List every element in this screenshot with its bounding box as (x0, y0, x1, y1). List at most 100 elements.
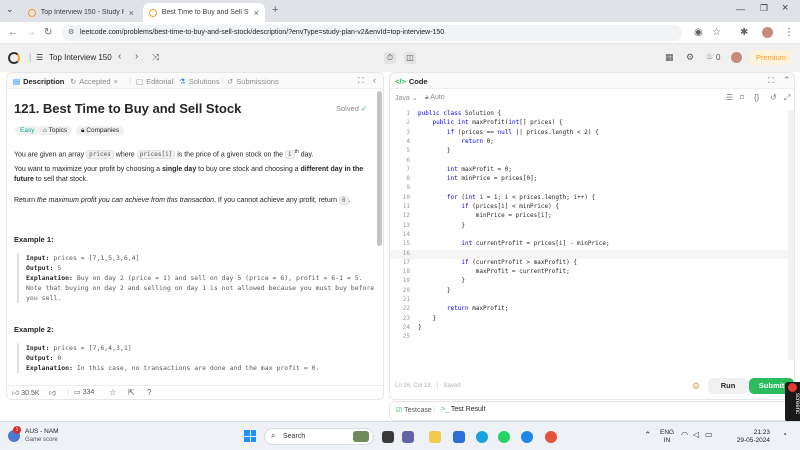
language-indicator[interactable]: ENG IN (660, 429, 674, 445)
code-line[interactable]: 13 } (390, 222, 788, 231)
code-line[interactable]: 22 return maxProfit; (390, 305, 788, 314)
run-button[interactable]: Run (708, 378, 748, 394)
tab-editorial[interactable]: ▢ Editorial (136, 77, 173, 86)
code-line[interactable]: 10 for (int i = 1; i < prices.length; i+… (390, 194, 788, 203)
new-tab-icon[interactable]: + (272, 4, 278, 16)
collapse-panel-icon[interactable]: ‹ (373, 75, 376, 85)
code-line[interactable]: 5 } (390, 147, 788, 156)
code-line[interactable]: 25 (390, 333, 788, 342)
leetcode-logo-icon[interactable] (8, 52, 20, 64)
windows-start-icon[interactable] (244, 430, 256, 442)
clock[interactable]: 21:23 29-05-2024 (722, 429, 770, 445)
layout-icon[interactable]: ▦ (665, 52, 674, 63)
store-icon[interactable] (453, 431, 465, 443)
premium-button[interactable]: Premium (750, 50, 792, 65)
code-line[interactable]: 12 minPrice = prices[i]; (390, 212, 788, 221)
description-scrollbar[interactable] (377, 91, 382, 246)
tab-search-icon[interactable]: ⌄ (6, 4, 14, 15)
test-result-tab[interactable]: >_ Test Result (441, 406, 485, 413)
taskbar-search[interactable]: ⌕ Search (264, 428, 374, 445)
file-explorer-icon[interactable] (429, 431, 441, 443)
braces-icon[interactable]: {} (754, 93, 759, 102)
close-tab-icon[interactable]: × (129, 8, 134, 18)
code-line[interactable]: 14 (390, 231, 788, 240)
editor-scrollbar[interactable] (788, 110, 794, 360)
forward-icon[interactable]: → (26, 27, 36, 38)
reload-icon[interactable]: ↻ (44, 27, 52, 38)
dislike-button[interactable]: 👎︎ (49, 388, 56, 397)
maximize-icon[interactable]: ❐ (760, 3, 768, 14)
site-info-icon[interactable]: ⚙ (68, 25, 74, 41)
whatsapp-icon[interactable] (498, 431, 510, 443)
address-bar[interactable]: ⚙ leetcode.com/problems/best-time-to-buy… (62, 25, 682, 41)
like-button[interactable]: 👍︎ 30.5K (12, 388, 40, 397)
code-line[interactable]: 17 if (currentProfit > maxProfit) { (390, 259, 788, 268)
share-icon[interactable]: ⇱ (128, 388, 135, 397)
tab-description[interactable]: ▤ Description (13, 77, 64, 86)
minimize-icon[interactable]: — (736, 4, 745, 14)
code-line[interactable]: 1 public class Solution { (390, 110, 788, 119)
chrome-profile-icon[interactable] (521, 431, 533, 443)
maximize-panel-icon[interactable]: ⛶ (358, 76, 364, 86)
code-line[interactable]: 3 if (prices == null || prices.length < … (390, 129, 788, 138)
code-line[interactable]: 21 (390, 296, 788, 305)
browser-tab-active[interactable]: Best Time to Buy and Sell Stock × (143, 3, 265, 22)
bookmark-star-icon[interactable]: ☆ (712, 27, 721, 38)
code-line[interactable]: 19 } (390, 277, 788, 286)
user-avatar[interactable] (731, 52, 742, 63)
code-line[interactable]: 6 (390, 157, 788, 166)
code-line[interactable]: 4 return 0; (390, 138, 788, 147)
format-icon[interactable]: ☰ (726, 93, 733, 102)
tab-accepted[interactable]: ↻ Accepted × (70, 77, 118, 86)
code-line[interactable]: 2 public int maxProfit(int[] prices) { (390, 119, 788, 128)
testcase-tab[interactable]: ☑ Testcase (396, 406, 432, 414)
volume-icon[interactable]: ◁ (693, 430, 699, 439)
companies-badge[interactable]: 🔒︎ Companies (76, 126, 125, 136)
comments-button[interactable]: ▭ 334 (74, 388, 94, 396)
notes-icon[interactable]: ◫ (404, 52, 416, 64)
code-line[interactable]: 15 int currentProfit = prices[i] - minPr… (390, 240, 788, 249)
code-line[interactable]: 24} (390, 324, 788, 333)
close-tab-icon[interactable]: × (254, 8, 259, 18)
close-window-icon[interactable]: × (782, 2, 788, 14)
code-line[interactable]: 16 (390, 249, 788, 259)
auto-mode[interactable]: 🔒︎ Auto (425, 94, 445, 102)
reset-icon[interactable]: ↺ (770, 93, 777, 102)
eye-off-icon[interactable]: ◉ (694, 27, 703, 38)
chrome-icon[interactable] (545, 431, 557, 443)
code-line[interactable]: 11 if (prices[i] < minPrice) { (390, 203, 788, 212)
fullscreen-icon[interactable]: ⤢ (784, 93, 790, 103)
language-select[interactable]: Java ⌄ (395, 94, 418, 102)
close-tab-icon[interactable]: × (114, 77, 118, 86)
teams-icon[interactable] (402, 431, 414, 443)
streak-fire-icon[interactable]: ♨ (706, 52, 713, 61)
help-icon[interactable]: ? (147, 388, 151, 397)
study-plan-title[interactable]: Top Interview 150 (49, 53, 112, 62)
maximize-editor-icon[interactable]: ⛶ (768, 76, 774, 86)
code-line[interactable]: 8 int minPrice = prices[0]; (390, 175, 788, 184)
show-hidden-icons-icon[interactable]: ⌃ (644, 430, 652, 441)
topics-badge[interactable]: ⌂ Topics (38, 126, 73, 135)
code-line[interactable]: 23 } (390, 315, 788, 324)
taskview-icon[interactable] (382, 431, 394, 443)
bookmark-icon[interactable]: ⌑ (740, 93, 744, 102)
difficulty-badge[interactable]: Easy (15, 126, 40, 135)
code-line[interactable]: 9 (390, 184, 788, 193)
notification-bell-icon[interactable]: ◔ (782, 430, 787, 439)
collapse-editor-icon[interactable]: ⌃ (783, 75, 791, 86)
back-icon[interactable]: ← (8, 27, 18, 38)
code-editor[interactable]: 1 public class Solution {2 public int max… (390, 110, 790, 360)
settings-gear-icon[interactable]: ⚙ (686, 52, 694, 63)
favorite-star-icon[interactable]: ☆ (109, 388, 116, 397)
profile-avatar[interactable] (762, 27, 773, 38)
debug-icon[interactable]: ⏱ (384, 52, 396, 64)
edge-icon[interactable] (476, 431, 488, 443)
code-line[interactable]: 7 int maxProfit = 0; (390, 166, 788, 175)
code-line[interactable]: 20 } (390, 287, 788, 296)
code-line[interactable]: 18 maxProfit = currentProfit; (390, 268, 788, 277)
console-icon[interactable]: ⚙ (692, 381, 700, 392)
problem-list-icon[interactable]: ☰ (36, 53, 43, 62)
wifi-icon[interactable]: ◠ (681, 430, 688, 439)
next-problem-icon[interactable]: › (135, 51, 138, 62)
shuffle-icon[interactable]: ⤨ (152, 52, 159, 63)
